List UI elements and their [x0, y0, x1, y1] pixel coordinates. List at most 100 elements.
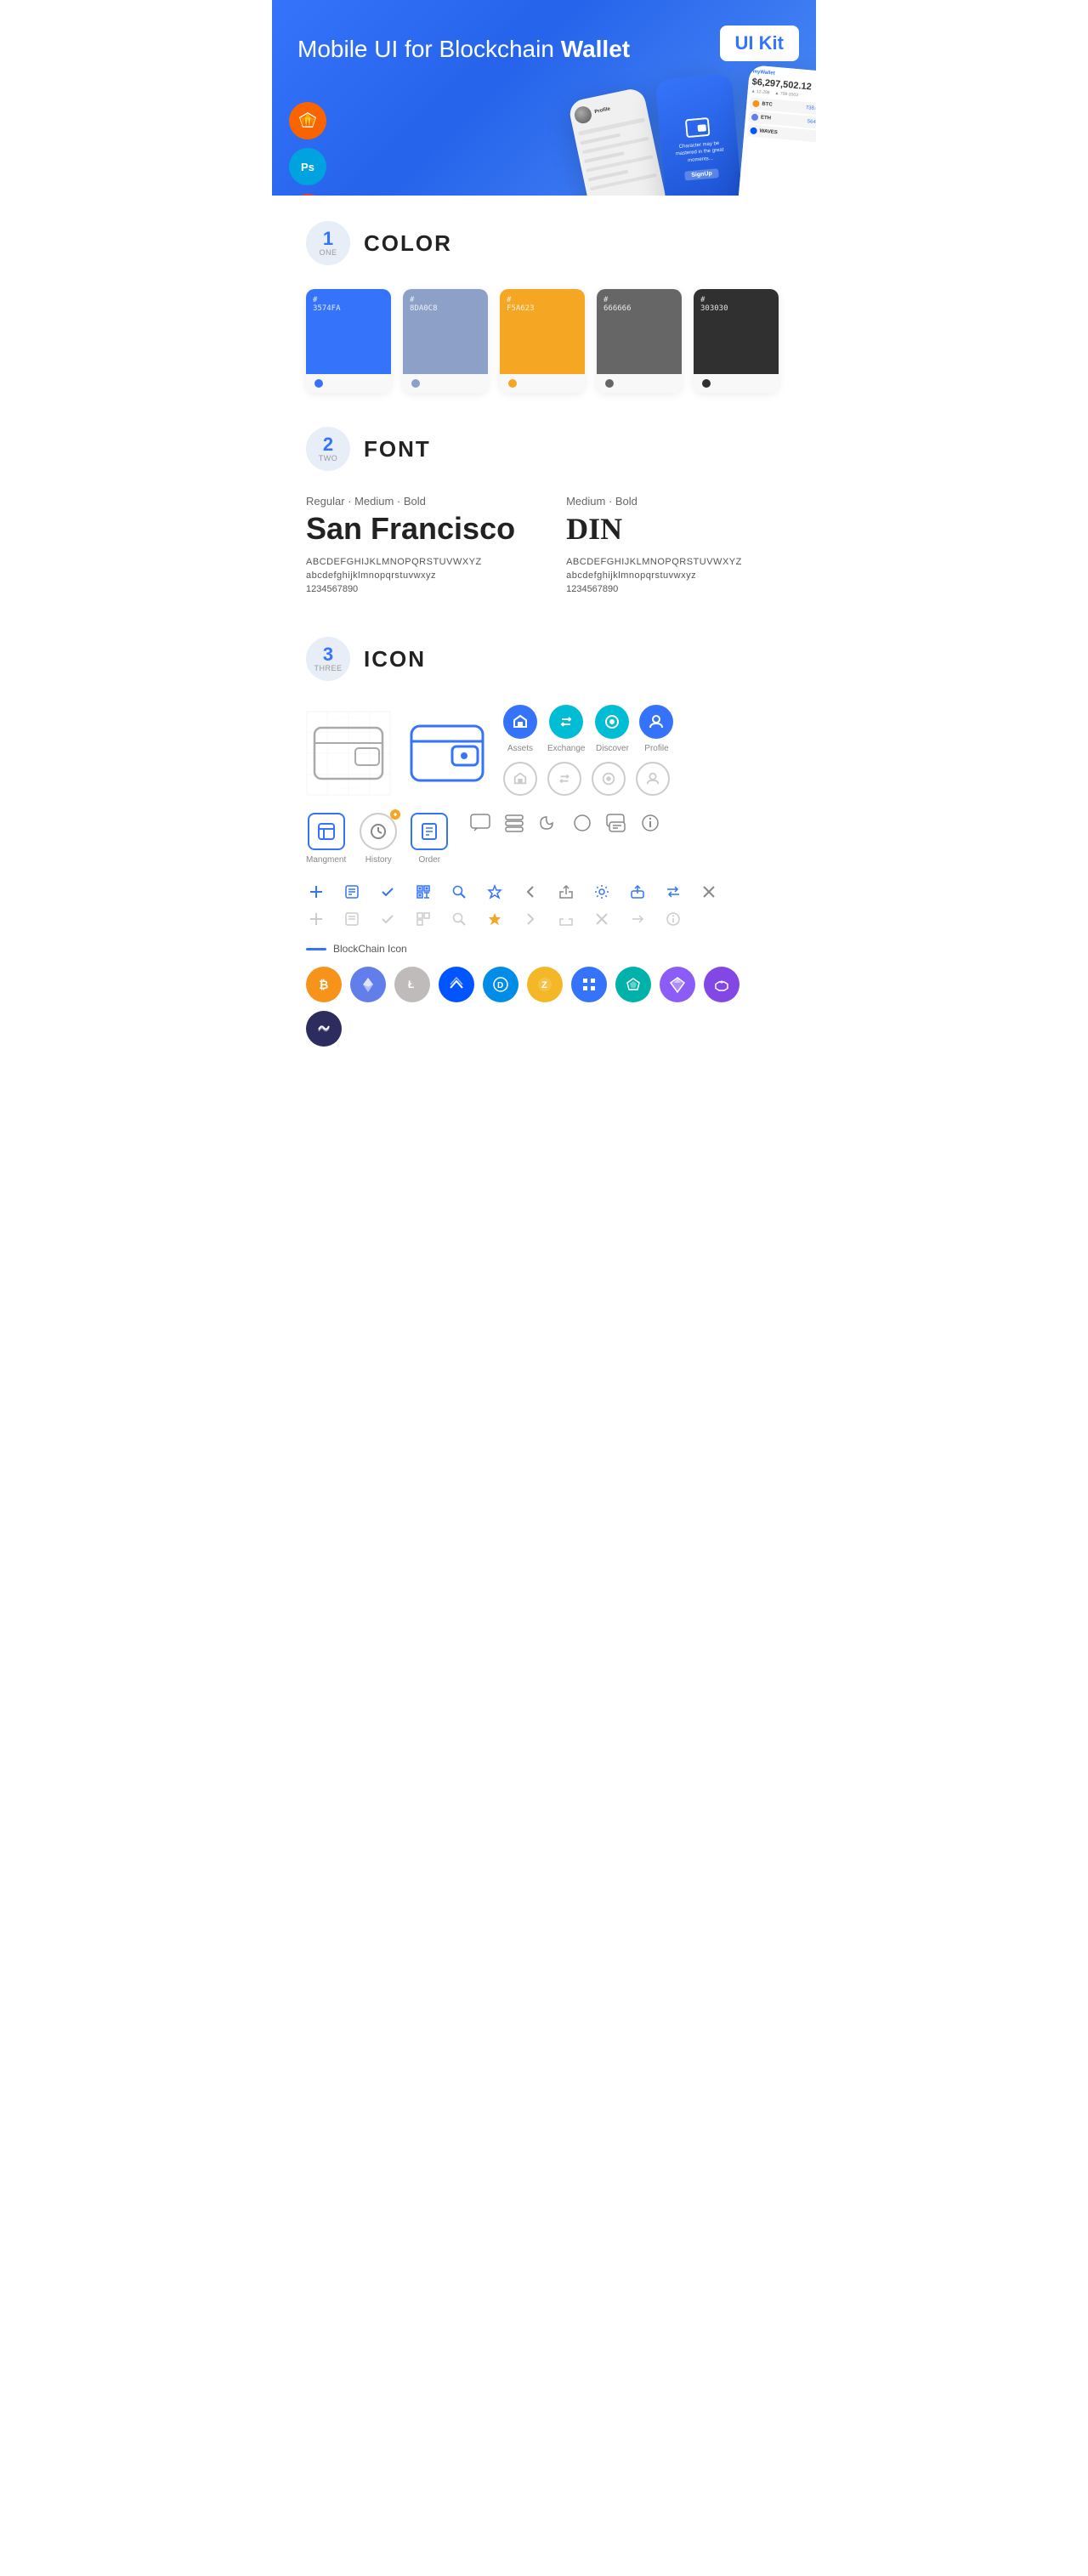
btc-icon: ₿ — [306, 967, 342, 1002]
dash-icon: D — [483, 967, 518, 1002]
share-icon — [556, 882, 576, 902]
color-card-blue: #3574FA — [306, 289, 391, 393]
blockchain-label: BlockChain Icon — [306, 943, 782, 955]
icon-history: History — [360, 813, 397, 865]
settings-icon — [592, 882, 612, 902]
small-icons-row-1 — [306, 882, 782, 902]
note-icon — [342, 882, 362, 902]
font-section-badge: 2 TWO — [306, 427, 350, 471]
ps-badge: Ps — [289, 148, 326, 185]
info-icon-faded — [663, 909, 683, 929]
hero-badges: Ps 60+ Screens — [289, 102, 326, 196]
qr-icon-faded — [413, 909, 434, 929]
icon-section-header: 3 THREE ICON — [306, 637, 782, 681]
dex-icon — [615, 967, 651, 1002]
color-dot-blue — [314, 379, 323, 388]
nav-icon-discover-outline — [592, 762, 626, 796]
star-filled-icon — [484, 909, 505, 929]
icon-order: Order — [411, 813, 448, 865]
small-icons-row-2 — [306, 909, 782, 929]
circle-icon — [572, 813, 592, 833]
phone-mockups: Profile Character may be mastered in the… — [577, 64, 816, 196]
screens-badge: 60+ Screens — [289, 194, 326, 196]
nav-icon-exchange: Exchange — [547, 705, 585, 753]
nav-icons-outline — [503, 762, 673, 796]
utility-icons — [462, 813, 660, 833]
band-icon — [306, 1011, 342, 1047]
nav-icons-filled: Assets Exchange Discover — [503, 705, 673, 753]
phone-left: Profile — [568, 87, 671, 196]
chat-icon — [606, 813, 626, 833]
color-card-darkgray: #666666 — [597, 289, 682, 393]
nav-icon-profile: Profile — [639, 705, 673, 753]
hero-title: Mobile UI for Blockchain Wallet — [298, 34, 790, 65]
color-dot-orange — [508, 379, 517, 388]
zcash-icon: Z — [527, 967, 563, 1002]
grid-icon — [571, 967, 607, 1002]
hero-section: Mobile UI for Blockchain Wallet UI Kit P… — [272, 0, 816, 196]
color-dot-grayblue — [411, 379, 420, 388]
color-dot-black — [702, 379, 711, 388]
icon-wallet-filled — [405, 711, 490, 796]
arrow-icon-faded — [627, 909, 648, 929]
search-icon — [449, 882, 469, 902]
note-icon-faded — [342, 909, 362, 929]
share-icon-faded — [556, 909, 576, 929]
color-card-grayblue: #8DA0C8 — [403, 289, 488, 393]
font-din: Medium · Bold DIN ABCDEFGHIJKLMNOPQRSTUV… — [566, 495, 742, 594]
moon-icon — [538, 813, 558, 833]
phone-mid: Character may be mastered in the great m… — [655, 73, 744, 196]
nav-icon-assets-outline — [503, 762, 537, 796]
color-section: 1 ONE COLOR #3574FA #8DA0C8 #F5A6 — [272, 196, 816, 401]
phone-right: myWallet $6,297,502.12 ▲ 12-298 ▲ 708-20… — [737, 65, 816, 196]
ui-kit-badge: UI Kit — [720, 26, 799, 61]
font-section: 2 TWO FONT Regular · Medium · Bold San F… — [272, 401, 816, 611]
check-icon-faded — [377, 909, 398, 929]
color-section-header: 1 ONE COLOR — [306, 221, 782, 265]
speech-bubble-icon — [470, 813, 490, 833]
plus-icon — [306, 882, 326, 902]
stack-icon — [504, 813, 524, 833]
qr-icon — [413, 882, 434, 902]
color-card-black: #303030 — [694, 289, 779, 393]
app-icons-row: Mangment History — [306, 813, 782, 865]
font-sf: Regular · Medium · Bold San Francisco AB… — [306, 495, 515, 594]
icon-management: Mangment — [306, 813, 346, 865]
plus-icon-faded — [306, 909, 326, 929]
nav-icon-discover: Discover — [595, 705, 629, 753]
color-grid: #3574FA #8DA0C8 #F5A623 — [306, 289, 782, 393]
chevron-left-icon — [520, 882, 541, 902]
font-section-header: 2 TWO FONT — [306, 427, 782, 471]
nav-icon-profile-outline — [636, 762, 670, 796]
check-icon — [377, 882, 398, 902]
search-icon-faded — [449, 909, 469, 929]
svg-text:D: D — [497, 981, 503, 990]
swap-icon — [663, 882, 683, 902]
nav-icons-column: Assets Exchange Discover — [503, 705, 673, 796]
crypto-icons-row: ₿ Ł D Z — [306, 967, 782, 1047]
x-icon-faded — [592, 909, 612, 929]
history-badge — [390, 809, 400, 820]
ltc-icon: Ł — [394, 967, 430, 1002]
icon-wallet-wireframe — [306, 711, 391, 796]
export-icon — [627, 882, 648, 902]
star-icon — [484, 882, 505, 902]
gem-icon — [660, 967, 695, 1002]
svg-text:₿: ₿ — [319, 978, 328, 991]
font-grid: Regular · Medium · Bold San Francisco AB… — [306, 495, 782, 594]
font-section-title: FONT — [364, 436, 431, 462]
icon-section: 3 THREE ICON — [272, 611, 816, 1064]
close-icon — [699, 882, 719, 902]
wallet-icons-row: Assets Exchange Discover — [306, 705, 782, 796]
blockchain-line — [306, 948, 326, 950]
color-section-badge: 1 ONE — [306, 221, 350, 265]
waves-icon — [439, 967, 474, 1002]
svg-text:Ł: Ł — [408, 979, 414, 990]
color-section-title: COLOR — [364, 230, 452, 257]
icon-section-badge: 3 THREE — [306, 637, 350, 681]
nav-icon-assets: Assets — [503, 705, 537, 753]
nav-icon-exchange-outline — [547, 762, 581, 796]
svg-text:Z: Z — [541, 980, 547, 990]
info-icon — [640, 813, 660, 833]
eth-icon — [350, 967, 386, 1002]
